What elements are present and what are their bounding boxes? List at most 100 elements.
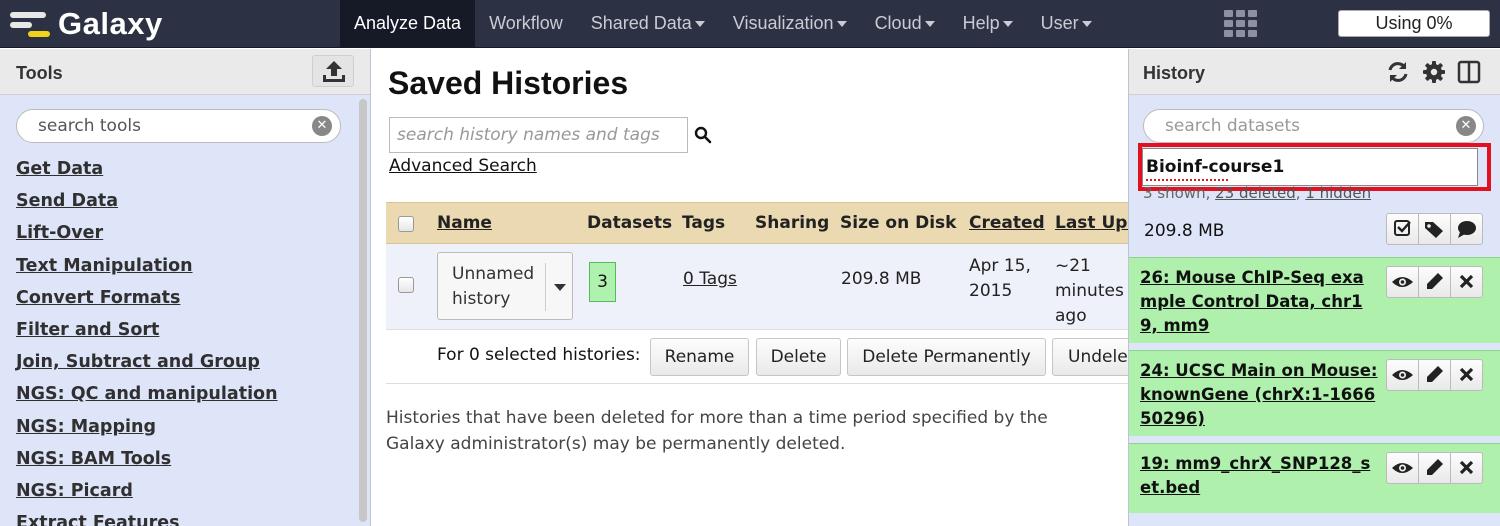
column-last-updated[interactable]: Last Updated: [1055, 213, 1128, 233]
masthead: Galaxy Analyze Data Workflow Shared Data…: [0, 0, 1500, 48]
delete-dataset-button[interactable]: [1450, 452, 1483, 484]
checkbox-icon: [1394, 220, 1411, 236]
dataset-title[interactable]: 24: UCSC Main on Mouse: knownGene (chrX:…: [1140, 359, 1380, 431]
close-icon: [1459, 367, 1474, 382]
column-name[interactable]: Name: [437, 213, 492, 233]
bulk-actions-label: For 0 selected histories:: [437, 345, 641, 365]
view-dataset-button[interactable]: [1386, 452, 1419, 484]
clear-search-icon[interactable]: ✕: [312, 116, 332, 136]
advanced-search-link[interactable]: Advanced Search: [389, 156, 537, 176]
column-created[interactable]: Created: [969, 213, 1045, 233]
history-name: Unnamed history: [452, 264, 535, 309]
eye-icon: [1392, 463, 1413, 473]
edit-dataset-button[interactable]: [1418, 359, 1451, 391]
bulk-actions-row: For 0 selected histories: Rename Delete …: [386, 330, 1128, 384]
delete-dataset-button[interactable]: [1450, 266, 1483, 298]
tool-section-convert-formats[interactable]: Convert Formats: [16, 288, 278, 320]
center-panel: Saved Histories search history names and…: [372, 49, 1128, 526]
tool-section-ngs-picard[interactable]: NGS: Picard: [16, 481, 278, 513]
quota-meter[interactable]: Using 0%: [1338, 10, 1490, 37]
tool-section-ngs-bam-tools[interactable]: NGS: BAM Tools: [16, 449, 278, 481]
deletion-note: Histories that have been deleted for mor…: [386, 408, 1048, 454]
tags-link[interactable]: 0 Tags: [683, 267, 737, 292]
undelete-button[interactable]: Undelete: [1052, 338, 1128, 376]
brand[interactable]: Galaxy: [10, 0, 163, 48]
show-tags-button[interactable]: [1418, 213, 1451, 245]
deleted-link[interactable]: 23 deleted: [1215, 184, 1296, 202]
tool-section-get-data[interactable]: Get Data: [16, 159, 278, 191]
column-tags: Tags: [682, 213, 726, 233]
row-checkbox[interactable]: [398, 277, 414, 293]
nav-cloud[interactable]: Cloud: [861, 0, 949, 48]
tool-panel-scrollbar[interactable]: [358, 95, 368, 526]
datasets-count-badge[interactable]: 3: [589, 262, 616, 302]
apps-grid-icon[interactable]: [1224, 10, 1258, 38]
edit-dataset-button[interactable]: [1418, 266, 1451, 298]
tool-section-ngs-mapping[interactable]: NGS: Mapping: [16, 417, 278, 449]
dataset-title[interactable]: 26: Mouse ChIP-Seq example Control Data,…: [1140, 266, 1380, 338]
history-size: 209.8 MB: [1144, 221, 1225, 241]
pencil-icon: [1427, 366, 1443, 382]
nav-user[interactable]: User: [1027, 0, 1106, 48]
upload-icon: [323, 61, 345, 82]
history-search-input[interactable]: search history names and tags: [389, 117, 688, 153]
tool-search-input[interactable]: search tools ✕: [16, 109, 341, 143]
tool-section-filter-and-sort[interactable]: Filter and Sort: [16, 320, 278, 352]
chevron-down-icon[interactable]: [554, 284, 566, 291]
nav-shared-data[interactable]: Shared Data: [577, 0, 719, 48]
dataset-search-placeholder: search datasets: [1165, 116, 1301, 136]
last-updated: ~21 minutes ago: [1055, 256, 1124, 326]
dataset-buttons: [1386, 452, 1484, 484]
dataset-item[interactable]: 19: mm9_chrX_SNP128_set.bed: [1129, 443, 1500, 513]
select-all-checkbox[interactable]: [398, 216, 414, 232]
rename-button[interactable]: Rename: [650, 338, 749, 376]
refresh-icon[interactable]: [1385, 59, 1411, 85]
delete-permanently-button[interactable]: Delete Permanently: [847, 338, 1046, 376]
chevron-down-icon: [694, 21, 705, 28]
dataset-item[interactable]: 26: Mouse ChIP-Seq example Control Data,…: [1129, 257, 1500, 343]
tool-panel: Tools search tools ✕ Get Data Send Data …: [0, 49, 371, 526]
chevron-down-icon: [924, 21, 935, 28]
edit-dataset-button[interactable]: [1418, 452, 1451, 484]
history-name-dropdown[interactable]: Unnamed history: [437, 252, 573, 320]
dataset-item[interactable]: 24: UCSC Main on Mouse: knownGene (chrX:…: [1129, 350, 1500, 436]
view-dataset-button[interactable]: [1386, 266, 1419, 298]
dataset-title[interactable]: 19: mm9_chrX_SNP128_set.bed: [1140, 452, 1380, 500]
upload-button[interactable]: [312, 55, 354, 87]
chevron-down-icon: [836, 21, 847, 28]
hidden-link[interactable]: 1 hidden: [1305, 184, 1371, 202]
eye-icon: [1392, 277, 1413, 287]
dataset-search-input[interactable]: search datasets ✕: [1143, 109, 1484, 143]
history-panel: History search datasets ✕ Bioinf-course1…: [1128, 49, 1500, 526]
tool-section-text-manipulation[interactable]: Text Manipulation: [16, 256, 278, 288]
chevron-down-icon: [1081, 21, 1092, 28]
tool-section-ngs-qc[interactable]: NGS: QC and manipulation: [16, 384, 278, 416]
size-on-disk: 209.8 MB: [841, 269, 922, 289]
history-panel-header: History: [1129, 49, 1500, 95]
tool-section-send-data[interactable]: Send Data: [16, 191, 278, 223]
delete-dataset-button[interactable]: [1450, 359, 1483, 391]
view-dataset-button[interactable]: [1386, 359, 1419, 391]
tool-section-join-subtract-group[interactable]: Join, Subtract and Group: [16, 352, 278, 384]
delete-button[interactable]: Delete: [756, 338, 841, 376]
column-sharing: Sharing: [755, 213, 830, 233]
show-annotation-button[interactable]: [1450, 213, 1483, 245]
gear-icon[interactable]: [1421, 59, 1447, 85]
column-datasets: Datasets: [587, 213, 673, 233]
comment-icon: [1458, 221, 1476, 238]
search-icon[interactable]: [694, 126, 712, 144]
history-panel-title: History: [1143, 63, 1206, 83]
brand-title: Galaxy: [58, 6, 163, 41]
tool-section-lift-over[interactable]: Lift-Over: [16, 223, 278, 255]
columns-icon[interactable]: [1456, 59, 1482, 85]
dataset-buttons: [1386, 359, 1484, 391]
nav-analyze-data[interactable]: Analyze Data: [340, 0, 476, 48]
tags-icon: [1425, 222, 1443, 238]
nav-workflow[interactable]: Workflow: [475, 0, 577, 48]
clear-search-icon[interactable]: ✕: [1456, 116, 1476, 136]
nav-help[interactable]: Help: [949, 0, 1027, 48]
tool-section-extract-features[interactable]: Extract Features: [16, 513, 278, 526]
select-datasets-button[interactable]: [1386, 213, 1419, 245]
galaxy-logo-icon: [10, 6, 52, 42]
nav-visualization[interactable]: Visualization: [719, 0, 861, 48]
